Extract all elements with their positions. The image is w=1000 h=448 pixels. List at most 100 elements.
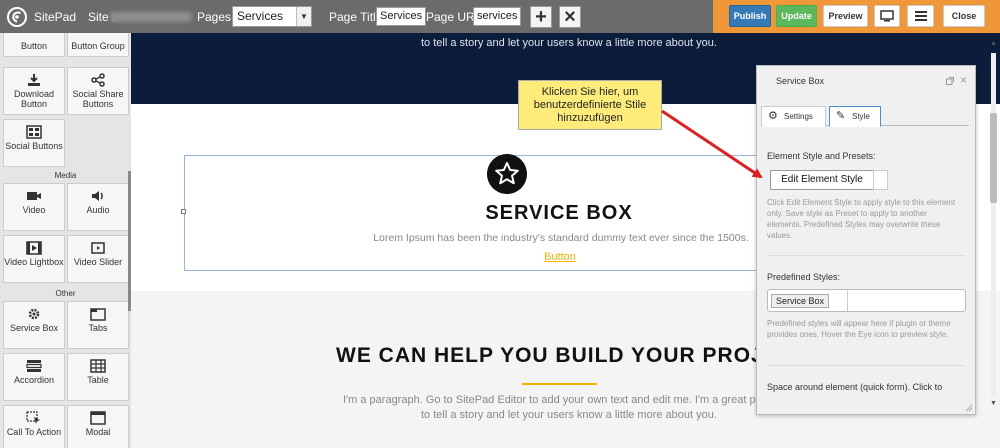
category-media: Media: [54, 171, 77, 180]
share-icon: [91, 73, 105, 87]
star-icon: [487, 154, 527, 194]
divider: [847, 290, 848, 311]
widget-label: Video Slider: [73, 257, 123, 267]
scroll-up-icon[interactable]: ▲: [990, 40, 997, 47]
widget-modal[interactable]: Modal: [67, 405, 129, 448]
widget-social-buttons[interactable]: Social Buttons: [3, 119, 65, 167]
predefined-styles-note: Predefined styles will appear here if pl…: [767, 319, 951, 339]
publish-button[interactable]: Publish: [729, 5, 771, 27]
widgets-panel: Button Button Group Download Button Soci…: [0, 33, 131, 448]
widget-video-slider[interactable]: Video Slider: [67, 235, 129, 283]
divider: [767, 365, 965, 366]
scroll-thumb[interactable]: [990, 113, 997, 203]
widget-call-to-action[interactable]: Call To Action: [3, 405, 65, 448]
heading-divider: [522, 383, 597, 385]
predefined-styles-label: Predefined Styles:: [767, 272, 841, 282]
widget-download-button[interactable]: Download Button: [3, 67, 65, 115]
scroll-track[interactable]: [991, 53, 996, 398]
predefined-styles-select[interactable]: Service Box: [767, 289, 966, 312]
pages-select[interactable]: Services ▼: [232, 6, 312, 27]
download-icon: [28, 74, 40, 86]
film-icon: [26, 241, 42, 255]
page-title-input[interactable]: Services: [376, 7, 427, 26]
widget-accordion[interactable]: Accordion: [3, 353, 65, 401]
edit-element-style-button[interactable]: Edit Element Style: [770, 170, 874, 190]
desktop-view-button[interactable]: [874, 5, 900, 27]
element-style-label: Element Style and Presets:: [767, 151, 876, 161]
action-bar: Publish Update Preview Close: [713, 0, 1000, 33]
widget-tabs[interactable]: Tabs: [67, 301, 129, 349]
service-box-button[interactable]: Button: [531, 251, 589, 263]
delete-page-button[interactable]: ×: [559, 6, 581, 28]
help-heading: WE CAN HELP YOU BUILD YOUR PROJEC: [336, 344, 795, 367]
tab-settings[interactable]: ⚙ Settings: [761, 106, 826, 127]
resize-handle[interactable]: [181, 209, 186, 214]
widget-label: Video: [22, 205, 46, 215]
add-page-button[interactable]: +: [530, 6, 552, 28]
element-properties-panel: Service Box × ⚙ Settings ✎ Style Element…: [756, 65, 976, 415]
modal-icon: [90, 411, 106, 425]
scroll-down-icon[interactable]: ▼: [990, 400, 997, 407]
video-slider-icon: [91, 242, 105, 254]
accordion-icon: [26, 360, 42, 372]
menu-button[interactable]: [907, 5, 934, 27]
site-name-redacted: [110, 12, 192, 22]
hamburger-icon: [914, 11, 927, 21]
cursor-icon: [26, 411, 40, 424]
table-icon: [90, 359, 106, 373]
sitepad-logo-icon: [7, 7, 27, 27]
widget-video[interactable]: Video: [3, 183, 65, 231]
gear-icon: ⚙: [768, 110, 778, 122]
widget-label: Social Buttons: [5, 141, 63, 151]
audio-icon: [92, 191, 103, 201]
tab-label: Style: [852, 112, 870, 121]
close-button[interactable]: Close: [943, 5, 985, 27]
monitor-icon: [880, 10, 894, 22]
tab-style[interactable]: ✎ Style: [829, 106, 881, 127]
resize-grip-icon[interactable]: [965, 404, 973, 412]
widget-button[interactable]: Button: [3, 33, 65, 57]
panel-title: Service Box: [776, 76, 825, 86]
update-button[interactable]: Update: [776, 5, 817, 27]
close-icon[interactable]: ×: [960, 73, 967, 87]
top-toolbar: SitePad Site : Pages : Services ▼ Page T…: [0, 0, 1000, 33]
widget-social-share[interactable]: Social Share Buttons: [67, 67, 129, 115]
tab-label: Settings: [784, 112, 813, 121]
brush-icon: ✎: [836, 110, 846, 122]
page-url-input[interactable]: services: [473, 7, 522, 26]
widget-audio[interactable]: Audio: [67, 183, 129, 231]
service-box-title: SERVICE BOX: [485, 202, 633, 224]
divider: [767, 255, 965, 256]
help-paragraph-line-1: I'm a paragraph. Go to SitePad Editor to…: [343, 394, 813, 406]
help-paragraph-line-2: to tell a story and let your users know …: [421, 409, 717, 421]
tabs-icon: [90, 308, 106, 321]
widget-label: Button: [20, 41, 48, 51]
brand-name: SitePad: [34, 10, 77, 24]
widget-label: Modal: [85, 427, 111, 437]
widget-service-box[interactable]: Service Box: [3, 301, 65, 349]
widget-video-lightbox[interactable]: Video Lightbox: [3, 235, 65, 283]
gear-icon: [28, 308, 40, 320]
widget-label: Call To Action: [6, 427, 62, 437]
social-buttons-icon: [26, 125, 42, 139]
widget-label: Tabs: [88, 323, 108, 333]
canvas-scrollbar[interactable]: ▲ ▼: [989, 40, 997, 410]
widget-button-group[interactable]: Button Group: [67, 33, 129, 57]
widget-table[interactable]: Table: [67, 353, 129, 401]
style-options-button[interactable]: [873, 170, 888, 190]
hero-text: to tell a story and let your users know …: [421, 37, 717, 49]
popout-icon[interactable]: [946, 77, 954, 85]
widget-label: Button Group: [71, 41, 125, 51]
category-other: Other: [55, 289, 76, 298]
chevron-down-icon: ▼: [296, 7, 311, 26]
widget-label: Audio: [86, 205, 110, 215]
widget-label: Accordion: [13, 375, 55, 385]
panel-tabs: ⚙ Settings ✎ Style: [761, 106, 969, 127]
pages-select-value: Services: [237, 9, 284, 23]
preview-button[interactable]: Preview: [823, 5, 868, 27]
widget-label: Service Box: [9, 323, 59, 333]
service-box-description: Lorem Ipsum has been the industry's stan…: [373, 232, 749, 244]
edit-style-note: Click Edit Element Style to apply style …: [767, 198, 956, 240]
widget-label: Download Button: [13, 89, 55, 109]
preset-chip[interactable]: Service Box: [771, 294, 830, 308]
